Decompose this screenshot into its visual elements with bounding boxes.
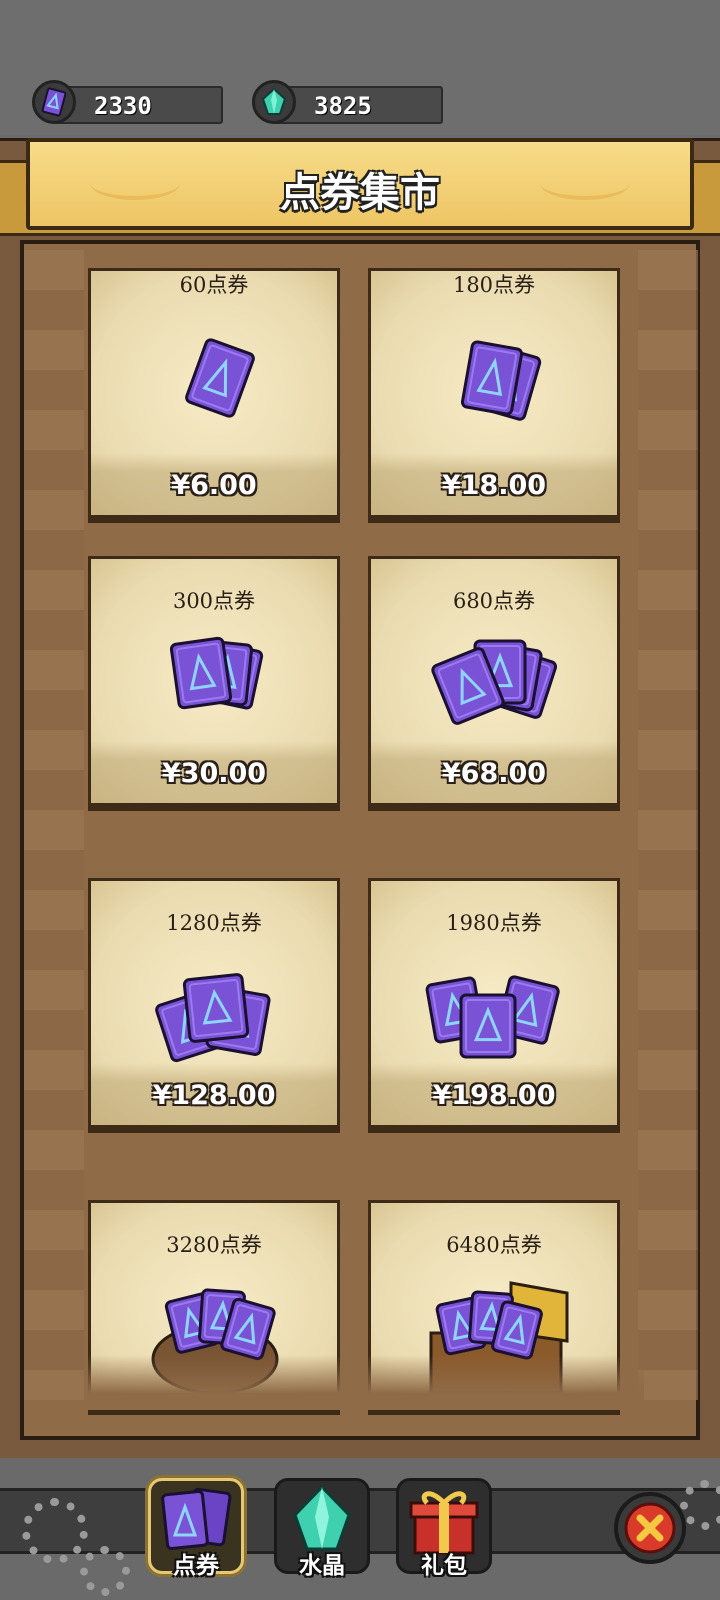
card-fan-small-icon xyxy=(91,619,337,739)
product-amount-label: 60点券 xyxy=(179,273,249,297)
tab-crystals-label: 水晶 xyxy=(299,1553,345,1579)
product-card[interactable]: 60点券 ¥6.00 xyxy=(88,268,340,518)
panel-pillar-right xyxy=(638,250,698,1400)
voucher-counter: 2330 xyxy=(32,80,223,124)
product-amount-label: 6480点券 xyxy=(446,1233,542,1257)
product-price: ¥6.00 xyxy=(171,470,257,501)
product-card[interactable]: 680点券 ¥68.00 xyxy=(368,556,620,806)
title-banner: 点券集市 xyxy=(26,138,694,230)
tab-crystals[interactable]: 水晶 xyxy=(274,1478,370,1579)
product-price: ¥128.00 xyxy=(152,1080,276,1111)
product-card[interactable]: 300点券 ¥30.00 xyxy=(88,556,340,806)
product-amount-label: 3280点券 xyxy=(166,1233,262,1257)
product-price: ¥198.00 xyxy=(432,1080,556,1111)
tab-gift-packs[interactable]: 礼包 xyxy=(396,1478,492,1579)
product-card[interactable]: 180点券 ¥18.00 xyxy=(368,268,620,518)
page-title: 点券集市 xyxy=(280,170,440,216)
voucher-counter-box: 2330 xyxy=(54,86,223,124)
card-fan-large-icon xyxy=(371,619,617,739)
product-amount-label: 1280点券 xyxy=(166,911,262,935)
product-card[interactable]: 1280点券 ¥128.00 xyxy=(88,878,340,1128)
product-amount-label: 180点券 xyxy=(452,273,536,297)
tab-vouchers[interactable]: 点券 xyxy=(148,1478,244,1579)
close-button[interactable] xyxy=(614,1492,686,1564)
crystal-counter: 3825 xyxy=(252,80,443,124)
crystal-count: 3825 xyxy=(314,92,372,120)
product-card[interactable]: 1980点券 ¥198.00 xyxy=(368,878,620,1128)
product-amount-label: 680点券 xyxy=(452,589,536,613)
voucher-count: 2330 xyxy=(94,92,152,120)
voucher-card-icon xyxy=(32,80,76,124)
gear-icon xyxy=(22,1498,88,1564)
product-price: ¥30.00 xyxy=(161,758,267,789)
panel-pillar-left xyxy=(24,250,84,1400)
crystal-counter-box: 3825 xyxy=(274,86,443,124)
single-card-icon xyxy=(91,331,337,451)
card-piles-icon xyxy=(371,941,617,1061)
scroll-fade xyxy=(84,1355,644,1410)
tab-vouchers-label: 点券 xyxy=(173,1553,219,1579)
product-amount-label: 1980点券 xyxy=(446,911,542,935)
product-price: ¥68.00 xyxy=(441,758,547,789)
product-amount-label: 300点券 xyxy=(172,589,256,613)
crystal-icon xyxy=(252,80,296,124)
card-stacks-icon xyxy=(91,941,337,1063)
close-icon xyxy=(624,1502,676,1554)
product-price: ¥18.00 xyxy=(441,470,547,501)
gear-icon xyxy=(80,1546,130,1596)
tab-gift-packs-label: 礼包 xyxy=(421,1553,467,1579)
two-cards-icon xyxy=(371,331,617,451)
